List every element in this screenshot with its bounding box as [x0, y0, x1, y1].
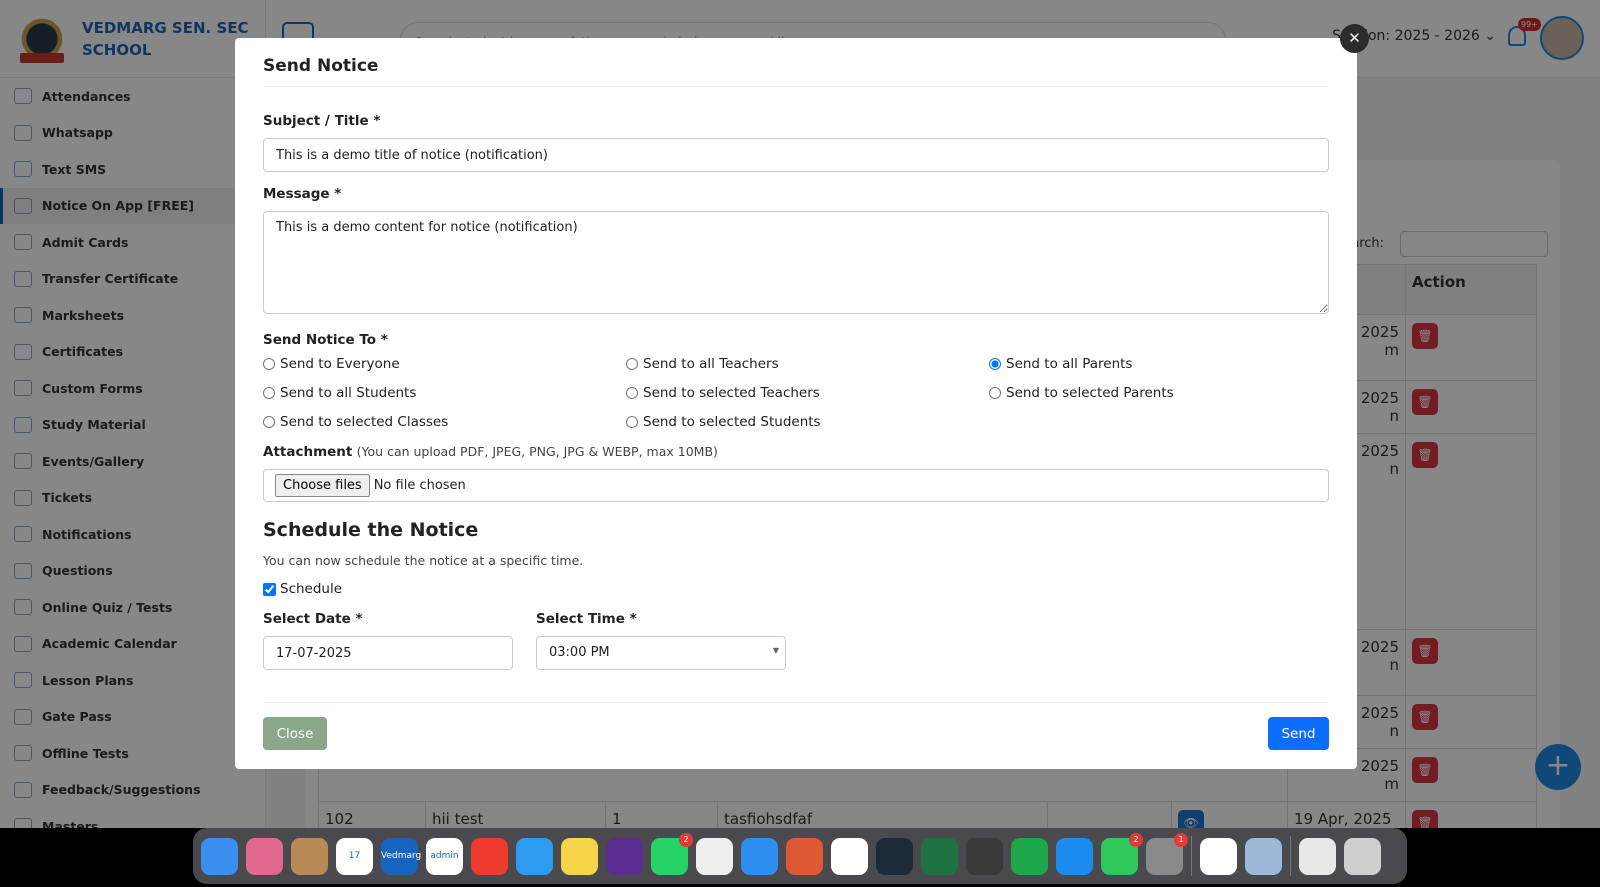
dock-app-system-settings-icon[interactable]: 1: [1146, 832, 1188, 875]
time-label: Select Time *: [536, 611, 637, 627]
radio-input[interactable]: [989, 387, 1001, 399]
dock-app-app-store-icon[interactable]: [1056, 837, 1093, 875]
dock-separator: [1191, 836, 1192, 876]
radio-send-to-selected-students[interactable]: Send to selected Students: [626, 414, 989, 430]
choose-files-button[interactable]: Choose files: [275, 474, 370, 497]
radio-input[interactable]: [626, 358, 638, 370]
radio-send-to-everyone[interactable]: Send to Everyone: [263, 356, 626, 372]
radio-input[interactable]: [626, 416, 638, 428]
dock-app-sublime-text-icon[interactable]: [966, 837, 1003, 875]
dock-app-wondershare-icon[interactable]: [876, 837, 913, 875]
dock-app-calendar-icon[interactable]: 17: [336, 837, 373, 875]
dock-app-firefox-icon[interactable]: [606, 837, 643, 875]
macos-dock: 17 Vedmarg admin 2 2 1: [193, 828, 1407, 884]
dock-app-windows-app-icon[interactable]: [1200, 837, 1237, 875]
dock-app-printer-icon[interactable]: [1299, 837, 1336, 875]
send-to-options: Send to Everyone Send to all Teachers Send…: [263, 356, 1329, 430]
radio-input[interactable]: [263, 416, 275, 428]
dock-app-numbers-icon[interactable]: [1011, 837, 1048, 875]
schedule-description: You can now schedule the notice at a spe…: [263, 553, 584, 568]
radio-send-to-all-students[interactable]: Send to all Students: [263, 385, 626, 401]
radio-send-to-selected-parents[interactable]: Send to selected Parents: [989, 385, 1329, 401]
app-badge: 2: [1129, 832, 1143, 847]
chevron-down-icon: ▼: [772, 646, 779, 655]
radio-send-to-selected-classes[interactable]: Send to selected Classes: [263, 414, 626, 430]
attachment-file-input[interactable]: Choose files No file chosen: [263, 469, 1329, 502]
radio-input[interactable]: [263, 387, 275, 399]
date-label: Select Date *: [263, 611, 363, 627]
dock-app-finder-icon[interactable]: [201, 837, 238, 875]
radio-send-to-selected-teachers[interactable]: Send to selected Teachers: [626, 385, 989, 401]
date-input[interactable]: [263, 636, 513, 670]
dock-app-contacts-icon[interactable]: [291, 837, 328, 875]
dock-app-mail-icon[interactable]: [516, 837, 553, 875]
close-icon[interactable]: ✕: [1340, 24, 1369, 53]
dock-app-whatsapp-icon[interactable]: 2: [651, 832, 693, 875]
message-textarea[interactable]: This is a demo content for notice (notif…: [263, 211, 1329, 314]
message-label: Message *: [263, 186, 342, 202]
dock-separator: [1290, 836, 1291, 876]
dock-app-notes-icon[interactable]: [561, 837, 598, 875]
dock-app-opera-icon[interactable]: [831, 837, 868, 875]
app-badge: 1: [1174, 832, 1188, 847]
radio-send-to-all-teachers[interactable]: Send to all Teachers: [626, 356, 989, 372]
dock-app-facetime-icon[interactable]: 2: [1101, 832, 1143, 875]
close-button[interactable]: Close: [263, 717, 327, 750]
modal-title: Send Notice: [263, 38, 1329, 87]
subject-label: Subject / Title *: [263, 113, 381, 129]
radio-input[interactable]: [989, 358, 1001, 370]
attachment-label: Attachment (You can upload PDF, JPEG, PN…: [263, 444, 718, 460]
modal-footer: Close Send: [263, 702, 1329, 750]
dock-app-excel-icon[interactable]: [921, 837, 958, 875]
dock-app-trash-icon[interactable]: [1344, 837, 1381, 875]
dock-app-vedmarg-icon[interactable]: Vedmarg: [381, 837, 421, 875]
dock-app-preview-icon[interactable]: [1245, 837, 1282, 875]
send-notice-modal: Send Notice Subject / Title * Message * …: [235, 38, 1357, 769]
radio-input[interactable]: [626, 387, 638, 399]
schedule-checkbox-input[interactable]: [263, 582, 276, 596]
time-select[interactable]: 03:00 PM ▼: [536, 636, 786, 670]
dock-app-vedmarg-admin-icon[interactable]: admin: [426, 837, 463, 875]
dock-app-safari-icon[interactable]: [741, 837, 778, 875]
send-button[interactable]: Send: [1268, 717, 1329, 750]
dock-app-launchpad-icon[interactable]: [246, 837, 283, 875]
app-badge: 2: [679, 832, 693, 847]
dock-app-duckduckgo-icon[interactable]: [786, 837, 823, 875]
radio-send-to-all-parents[interactable]: Send to all Parents: [989, 356, 1329, 372]
radio-input[interactable]: [263, 358, 275, 370]
send-to-label: Send Notice To *: [263, 332, 388, 348]
dock-app-anydesk-icon[interactable]: [471, 837, 508, 875]
dock-app-chrome-icon[interactable]: [696, 837, 733, 875]
schedule-checkbox[interactable]: Schedule: [263, 581, 1329, 597]
subject-input[interactable]: [263, 138, 1329, 172]
schedule-heading: Schedule the Notice: [263, 519, 479, 541]
